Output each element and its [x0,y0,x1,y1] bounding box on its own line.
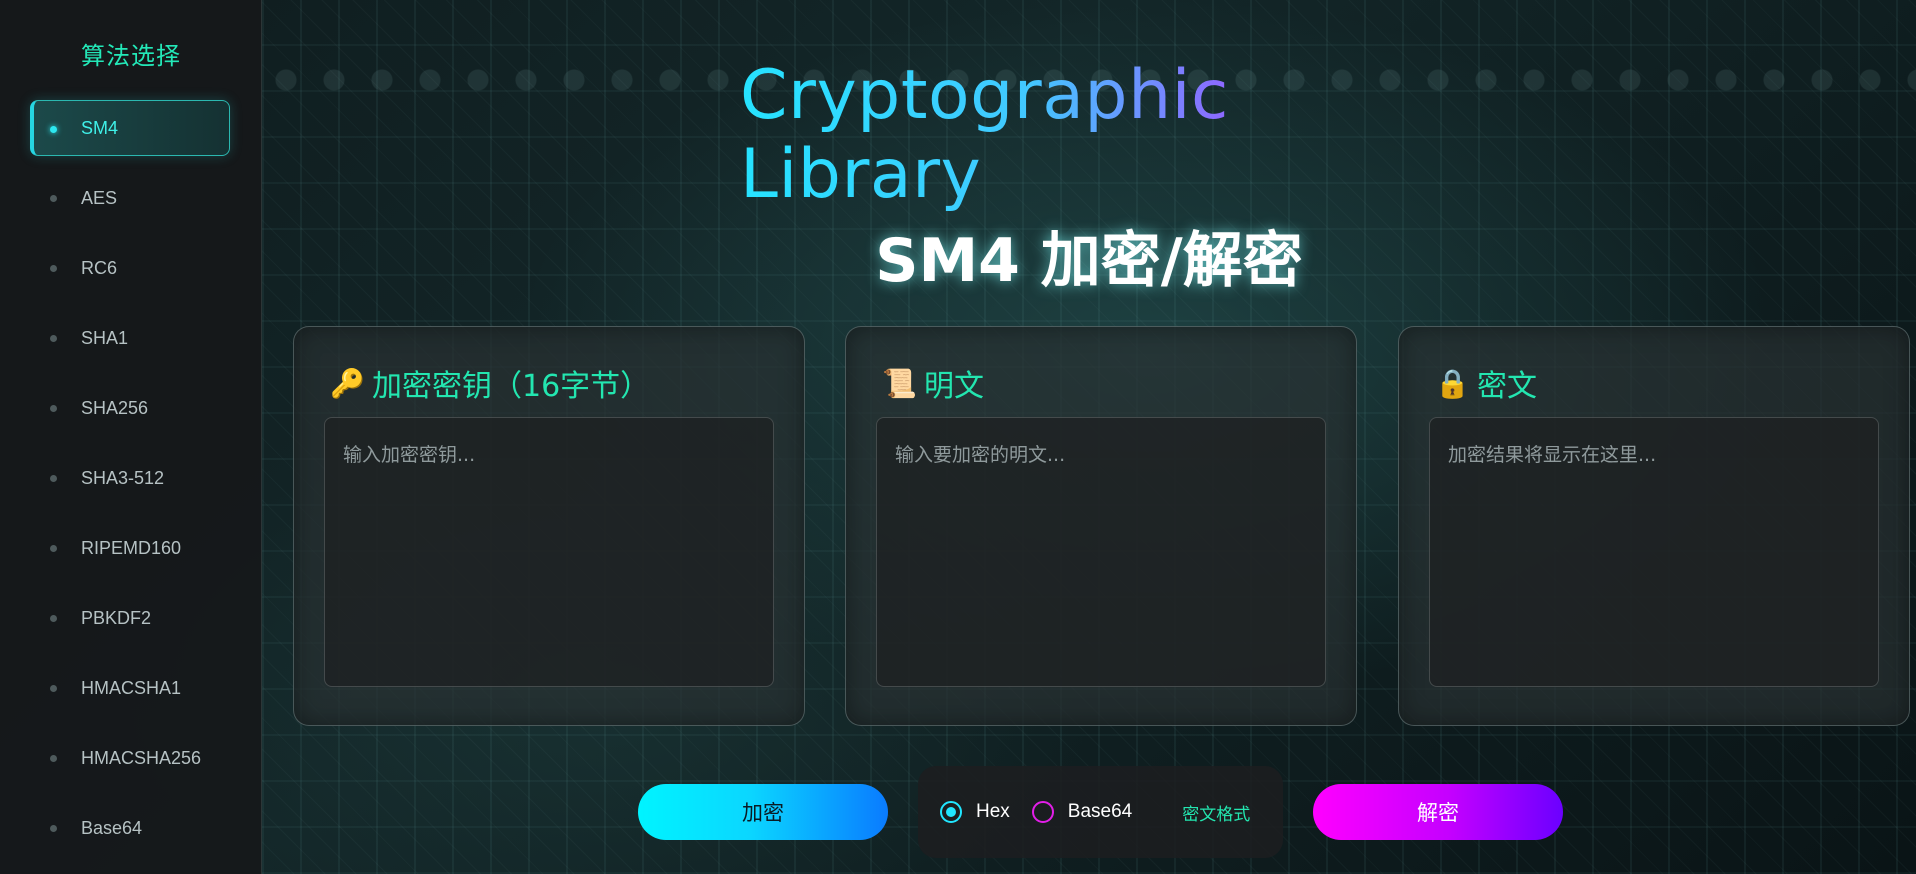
active-dot-icon [50,126,57,133]
sidebar-item-sha256[interactable]: SHA256 [30,380,230,436]
sidebar-item-label: PBKDF2 [81,607,152,628]
app-title: Cryptographic Library [740,56,1380,214]
cipher-format-selector: Hex Base64 密文格式 [918,766,1283,858]
dot-icon [50,265,57,272]
key-panel: 🔑 加密密钥（16字节） [293,326,805,726]
sidebar-title: 算法选择 [81,42,181,70]
sidebar-item-label: Base64 [81,817,143,838]
key-input[interactable] [324,417,774,687]
cipher-format-label: 密文格式 [1182,804,1251,825]
sidebar-item-label: HMACSHA256 [81,747,202,768]
sidebar-item-ripemd160[interactable]: RIPEMD160 [30,520,230,576]
sidebar-item-base64[interactable]: Base64 [30,800,230,856]
sidebar-item-label: RIPEMD160 [81,537,182,558]
sidebar-item-label: SHA1 [81,327,129,348]
sidebar-item-label: HMACSHA1 [81,677,182,698]
algorithm-list: SM4 AES RC6 SHA1 SHA256 SHA3-512 RIPEMD1… [30,100,230,870]
sidebar-item-sha3-512[interactable]: SHA3-512 [30,450,230,506]
decrypt-button[interactable]: 解密 [1313,784,1563,840]
base64-radio[interactable] [1031,801,1054,823]
plaintext-input[interactable] [876,417,1326,687]
dot-icon [50,615,57,622]
hex-radio-label[interactable]: Hex [976,801,1010,823]
base64-radio-label[interactable]: Base64 [1068,801,1132,823]
ciphertext-panel: 🔒 密文 [1398,326,1910,726]
dot-icon [50,405,57,412]
dot-icon [50,825,57,832]
sidebar-item-label: SM4 [81,117,119,138]
encrypt-button[interactable]: 加密 [638,784,888,840]
dot-icon [50,755,57,762]
sidebar-item-hmacsha256[interactable]: HMACSHA256 [30,730,230,786]
sidebar-item-sm4[interactable]: SM4 [30,100,230,156]
lock-icon: 🔒 [1435,366,1470,400]
page-title: SM4 加密/解密 [875,226,1303,296]
dot-icon [50,335,57,342]
plaintext-panel-header: 📜 明文 [882,361,984,405]
sidebar-item-hmacsha1[interactable]: HMACSHA1 [30,660,230,716]
dot-icon [50,195,57,202]
plaintext-panel: 📜 明文 [845,326,1357,726]
sidebar-item-sha1[interactable]: SHA1 [30,310,230,366]
dot-icon [50,475,57,482]
dot-icon [50,685,57,692]
ciphertext-panel-header: 🔒 密文 [1435,361,1537,405]
ciphertext-panel-title: 密文 [1477,369,1537,404]
algorithm-sidebar: 算法选择 SM4 AES RC6 SHA1 SHA256 SHA3-512 RI… [0,0,262,874]
scroll-icon: 📜 [882,366,917,400]
dot-icon [50,545,57,552]
plaintext-panel-title: 明文 [924,369,984,404]
sidebar-item-label: SHA256 [81,397,149,418]
key-panel-header: 🔑 加密密钥（16字节） [330,361,650,405]
ciphertext-output[interactable] [1429,417,1879,687]
sidebar-item-rc6[interactable]: RC6 [30,240,230,296]
sidebar-item-label: AES [81,187,118,208]
key-icon: 🔑 [330,366,365,400]
sidebar-item-label: SHA3-512 [81,467,165,488]
key-panel-title: 加密密钥（16字节） [372,369,651,404]
sidebar-item-label: RC6 [81,257,118,278]
sidebar-item-aes[interactable]: AES [30,170,230,226]
hex-radio[interactable] [940,801,962,823]
sidebar-item-pbkdf2[interactable]: PBKDF2 [30,590,230,646]
